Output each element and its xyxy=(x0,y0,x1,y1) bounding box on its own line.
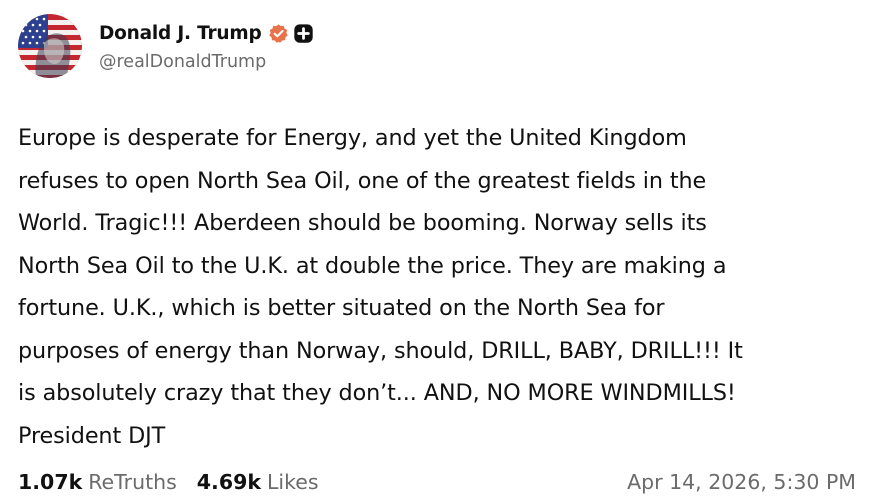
retruths-count: 1.07k xyxy=(18,470,83,494)
author-handle[interactable]: @realDonaldTrump xyxy=(99,52,314,72)
author-display-name[interactable]: Donald J. Trump xyxy=(99,23,262,44)
post-timestamp[interactable]: Apr 14, 2026, 5:30 PM xyxy=(627,470,856,494)
engagement-stats: 1.07k ReTruths 4.69k Likes xyxy=(18,470,319,494)
verified-badge-icon xyxy=(268,23,289,44)
likes-label: Likes xyxy=(267,470,319,494)
plus-badge-icon xyxy=(293,23,314,44)
retruths-label: ReTruths xyxy=(88,470,177,494)
likes-count: 4.69k xyxy=(196,470,262,494)
post-header: Donald J. Trump @realDonaldTrump xyxy=(18,14,314,78)
likes-stat[interactable]: 4.69k Likes xyxy=(197,470,319,494)
post-body-text: Europe is desperate for Energy, and yet … xyxy=(18,125,743,449)
avatar[interactable] xyxy=(18,14,82,78)
retruths-stat[interactable]: 1.07k ReTruths xyxy=(18,470,177,494)
post-footer: 1.07k ReTruths 4.69k Likes Apr 14, 2026,… xyxy=(18,466,856,498)
